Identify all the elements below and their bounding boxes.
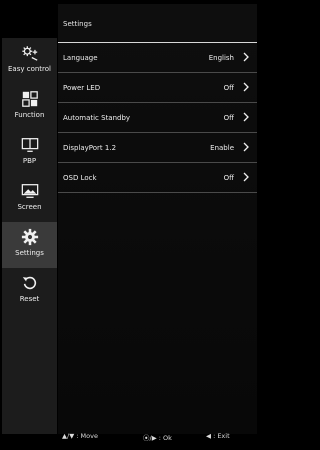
key-hint-bar: ▲/▼ : Move ⦿/▶ : Ok ◀ : Exit	[0, 430, 259, 446]
setting-value: Off	[223, 114, 234, 122]
setting-value: Off	[223, 174, 234, 182]
settings-panel: Settings Language English Power LED Off …	[58, 4, 257, 434]
sidebar: Easy control Function PBP Screen Setting…	[2, 38, 57, 434]
sidebar-item-label: Settings	[15, 249, 44, 257]
chevron-right-icon	[243, 52, 249, 62]
reset-icon	[22, 276, 36, 290]
sidebar-item-pbp[interactable]: PBP	[2, 130, 57, 176]
setting-value: English	[208, 54, 234, 62]
setting-label: Power LED	[63, 84, 101, 92]
sidebar-item-function[interactable]: Function	[2, 84, 57, 130]
chevron-right-icon	[243, 172, 249, 182]
setting-label: DisplayPort 1.2	[63, 144, 117, 152]
pbp-icon	[21, 138, 38, 152]
setting-value: Off	[223, 84, 234, 92]
setting-row-osd-lock[interactable]: OSD Lock Off	[58, 163, 257, 193]
setting-row-power-led[interactable]: Power LED Off	[58, 73, 257, 103]
sidebar-item-settings[interactable]: Settings	[2, 222, 57, 268]
screen-icon	[21, 184, 38, 198]
chevron-right-icon	[243, 142, 249, 152]
function-icon	[21, 91, 38, 107]
gear-icon	[21, 228, 38, 246]
easy-control-icon	[21, 46, 37, 61]
osd-window: Easy control Function PBP Screen Setting…	[2, 2, 257, 448]
setting-value: Enable	[210, 144, 234, 152]
setting-label: Language	[63, 54, 98, 62]
ok-hint: ⦿/▶ : Ok	[143, 434, 172, 442]
chevron-right-icon	[243, 82, 249, 92]
sidebar-item-label: Screen	[17, 203, 42, 211]
sidebar-item-label: Function	[14, 111, 45, 119]
setting-row-displayport[interactable]: DisplayPort 1.2 Enable	[58, 133, 257, 163]
sidebar-item-reset[interactable]: Reset	[2, 268, 57, 314]
chevron-right-icon	[243, 112, 249, 122]
sidebar-item-screen[interactable]: Screen	[2, 176, 57, 222]
setting-label: OSD Lock	[63, 174, 97, 182]
sidebar-item-label: PBP	[22, 157, 37, 165]
sidebar-item-easy-control[interactable]: Easy control	[2, 38, 57, 84]
sidebar-item-label: Reset	[19, 295, 40, 303]
setting-row-language[interactable]: Language English	[58, 43, 257, 73]
setting-row-automatic-standby[interactable]: Automatic Standby Off	[58, 103, 257, 133]
setting-label: Automatic Standby	[63, 114, 131, 122]
move-hint: ▲/▼ : Move	[62, 432, 98, 440]
page-title: Settings	[63, 20, 92, 28]
sidebar-item-label: Easy control	[8, 65, 51, 73]
exit-hint: ◀ : Exit	[206, 432, 230, 440]
